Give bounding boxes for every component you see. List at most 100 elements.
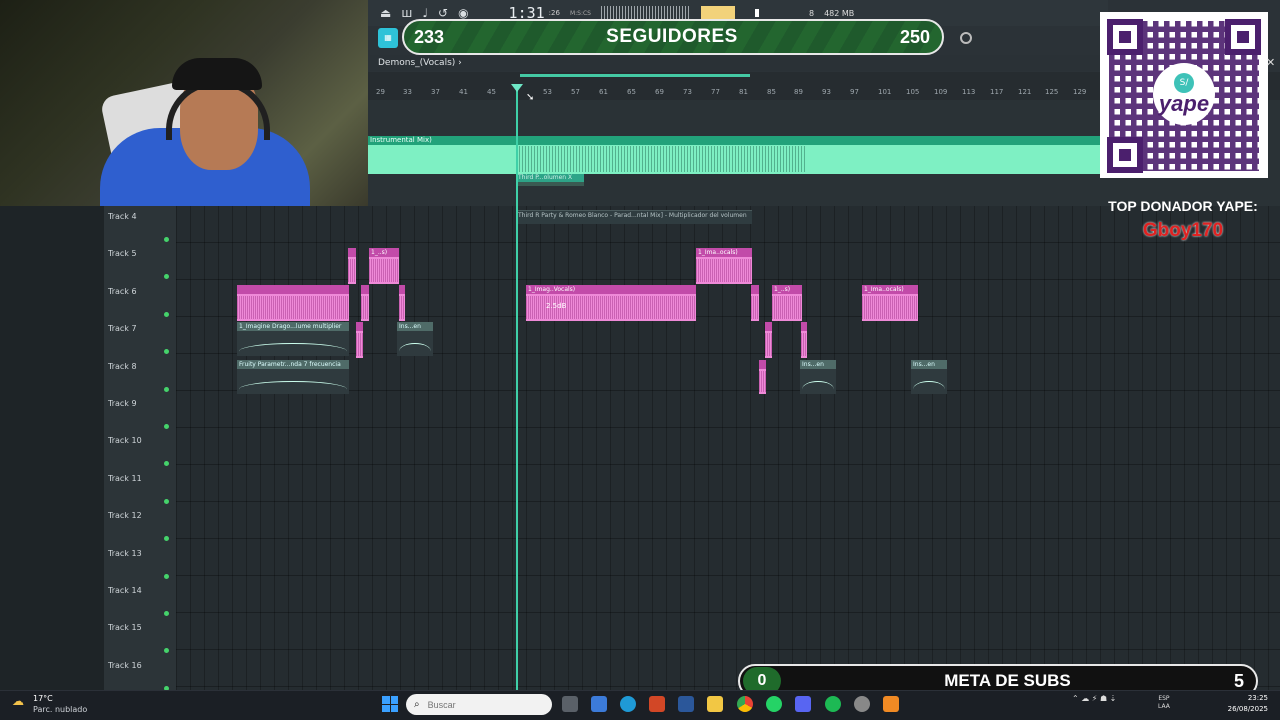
weather-temp[interactable]: 17°C [33, 694, 53, 703]
cpu-value: 8 [808, 8, 815, 18]
language-indicator[interactable]: ESP LAA [1158, 695, 1170, 711]
ruler-tick: 57 [571, 88, 580, 96]
clock-time[interactable]: 23:25 [1222, 694, 1268, 702]
ruler-tick: 53 [543, 88, 552, 96]
weather-desc[interactable]: Parc. nublado [33, 705, 87, 714]
loop-icon[interactable]: ↺ [438, 6, 448, 20]
time-sub: :26 [548, 9, 560, 17]
browser-panel [0, 206, 104, 690]
metronome-icon[interactable]: ⏏ [380, 6, 391, 20]
followers-goal-bar: 233 SEGUIDORES 250 [402, 19, 944, 55]
track-label[interactable]: Track 8 [108, 362, 137, 371]
tempo-icon[interactable]: ♩ [422, 6, 428, 20]
track-label[interactable]: Track 10 [108, 436, 142, 445]
automation-clip[interactable]: Ins...en [911, 360, 947, 394]
ruler-tick: 105 [906, 88, 920, 96]
track-mute-led[interactable] [164, 237, 169, 242]
track-mute-led[interactable] [164, 424, 169, 429]
track-label[interactable]: Track 15 [108, 623, 142, 632]
vocal-clip[interactable] [399, 285, 405, 321]
webcam-feed [0, 0, 368, 218]
automation-clip-volume[interactable]: Third P...olumen X [516, 174, 584, 186]
fl-logo-icon[interactable]: ▦ [378, 28, 398, 48]
vocal-clip[interactable] [759, 360, 766, 394]
settings-gear-icon[interactable] [960, 32, 972, 44]
ruler-tick: 125 [1045, 88, 1059, 96]
automation-clip[interactable]: Fruity Parametr...nda 7 frecuencia [237, 360, 349, 394]
playhead-marker[interactable] [511, 84, 523, 92]
taskbar-search[interactable]: ⌕ [406, 694, 552, 715]
edge-icon[interactable] [620, 696, 636, 712]
yape-logo: S/ yape [1153, 63, 1215, 125]
vocal-clip[interactable] [801, 322, 807, 358]
playhead[interactable] [516, 86, 518, 690]
breadcrumb[interactable]: Demons_(Vocals) › [370, 55, 1100, 71]
clip-label: Ins...en [399, 323, 421, 330]
track-mute-led[interactable] [164, 311, 169, 317]
task-view-icon[interactable] [562, 696, 578, 712]
clock-date[interactable]: 26/08/2025 [1222, 705, 1268, 713]
vocal-clip[interactable]: 1_Ima..ocals) [862, 285, 918, 321]
lang-code: ESP [1158, 695, 1170, 702]
vocal-clip[interactable]: 1_..s) [772, 285, 802, 321]
track-label[interactable]: Track 11 [108, 474, 142, 483]
followers-goal: 250 [899, 26, 930, 47]
vocal-clip[interactable]: 1_Ima..ocals) [696, 248, 752, 284]
automation-clip[interactable]: 1_Imagine Drago...lume multiplier [237, 322, 349, 356]
vocal-clip[interactable] [356, 322, 363, 358]
oscilloscope [600, 6, 691, 20]
automation-clip[interactable]: Ins...en [800, 360, 836, 394]
powerpoint-icon[interactable] [649, 696, 665, 712]
clip-label: 1_..s) [774, 286, 791, 293]
discord-icon[interactable] [795, 696, 811, 712]
track-mute-led[interactable] [164, 611, 169, 616]
automation-clip[interactable]: Ins...en [397, 322, 433, 356]
start-button[interactable] [382, 696, 398, 712]
chrome-icon[interactable] [737, 696, 753, 712]
subs-label: META DE SUBS [944, 671, 1071, 690]
wave-icon[interactable]: ш [401, 6, 412, 20]
track-label[interactable]: Track 14 [108, 586, 142, 595]
instrumental-clip-label[interactable]: Instrumental Mix) [368, 136, 1100, 145]
track-label[interactable]: Track 13 [108, 549, 142, 558]
vocal-clip[interactable] [361, 285, 369, 321]
track-label[interactable]: Track 7 [108, 324, 137, 333]
track-mute-led[interactable] [164, 573, 169, 579]
ruler-tick: 61 [599, 88, 608, 96]
vocal-clip[interactable] [237, 285, 349, 321]
ruler-tick: 45 [487, 88, 496, 96]
track-label[interactable]: Track 6 [108, 287, 137, 296]
track-label[interactable]: Track 9 [108, 399, 137, 408]
vocal-clip[interactable]: 1_..s) [369, 248, 399, 284]
track-mute-led[interactable] [164, 386, 169, 392]
fl-studio-icon[interactable] [883, 696, 899, 712]
spotify-icon[interactable] [825, 696, 841, 712]
track-label[interactable]: Track 5 [108, 249, 137, 258]
ruler-tick: 109 [934, 88, 948, 96]
close-icon[interactable]: ✕ [1266, 56, 1275, 69]
vocal-clip[interactable] [751, 285, 759, 321]
search-icon: ⌕ [414, 699, 420, 710]
ruler-tick: 65 [627, 88, 636, 96]
search-input[interactable] [427, 699, 538, 710]
clip-label: 1_Imag..Vocals) [528, 286, 576, 293]
automation-clip-multiplier[interactable]: Third R Party & Romeo Blanco - Parad...n… [516, 210, 752, 224]
ruler-tick: 81 [739, 88, 748, 96]
track-label[interactable]: Track 16 [108, 661, 142, 670]
whatsapp-icon[interactable] [766, 696, 782, 712]
cpu-tick [754, 9, 759, 17]
loop-region-bar[interactable] [520, 74, 750, 77]
record-icon[interactable]: ◉ [458, 6, 468, 20]
obs-icon[interactable] [854, 696, 870, 712]
vocal-clip[interactable] [348, 248, 356, 284]
vocal-clip[interactable] [765, 322, 772, 358]
track-mute-led[interactable] [164, 498, 169, 504]
store-icon[interactable] [591, 696, 607, 712]
automation-clip-label: Third P...olumen X [518, 174, 584, 182]
file-explorer-icon[interactable] [707, 696, 723, 712]
track-label[interactable]: Track 12 [108, 511, 142, 520]
system-tray[interactable]: ⌃ ☁ ⚡ ☗ ⇣ [1072, 694, 1116, 703]
word-icon[interactable] [678, 696, 694, 712]
weather-icon[interactable]: ☁ [12, 694, 28, 708]
track-label[interactable]: Track 4 [108, 212, 137, 221]
